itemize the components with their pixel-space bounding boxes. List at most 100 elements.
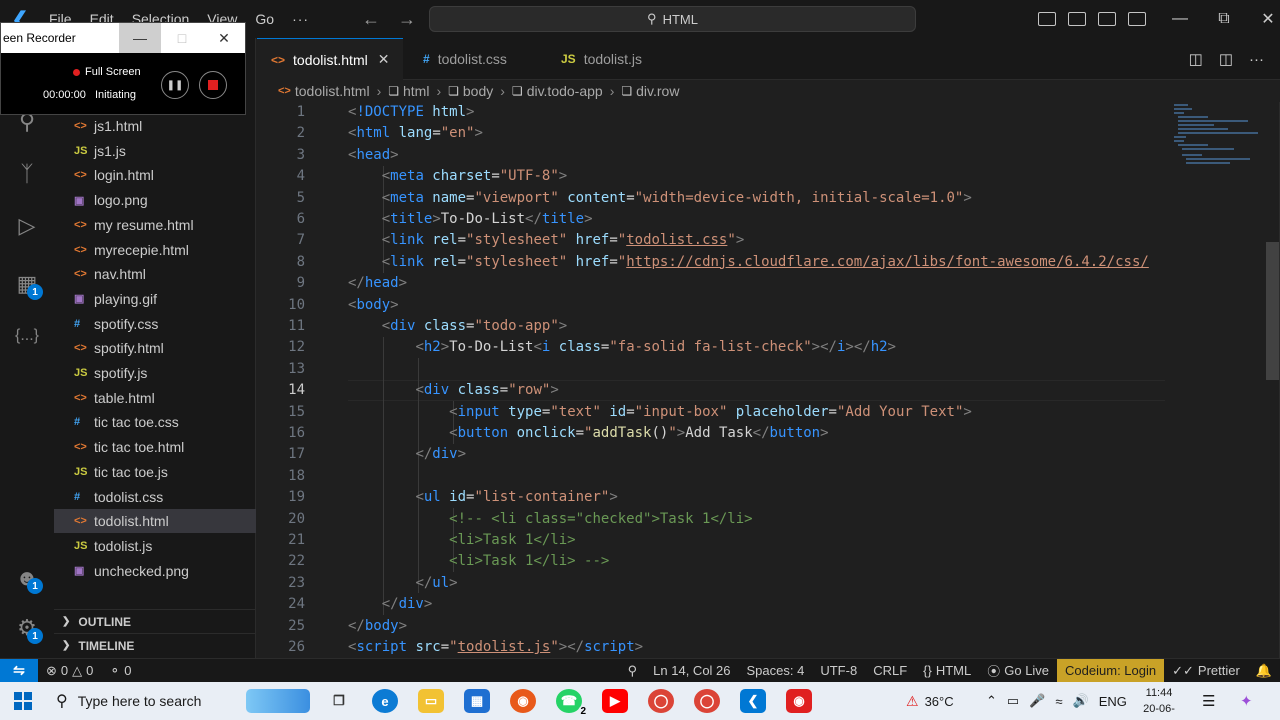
code-line[interactable]: <meta charset="UTF-8"> [348, 166, 567, 187]
json-outline-icon[interactable]: {...} [0, 312, 54, 360]
close-window-button[interactable]: ✕ [1246, 9, 1280, 29]
breadcrumb-html[interactable]: html [403, 83, 429, 99]
file-item[interactable]: # tic tac toe.css [54, 410, 256, 434]
copilot-icon[interactable]: ✦ [1240, 682, 1253, 720]
code-line[interactable]: <link rel="stylesheet" href="todolist.cs… [348, 230, 745, 251]
code-line[interactable]: </body> [348, 616, 407, 637]
extensions-icon[interactable]: ▦ 1 [0, 260, 54, 308]
encoding[interactable]: UTF-8 [812, 659, 865, 683]
code-line[interactable]: </ul> [348, 573, 457, 594]
microphone-icon[interactable]: 🎤 [1029, 693, 1045, 709]
code-line[interactable]: <title>To-Do-List</title> [348, 209, 593, 230]
prettier-button[interactable]: ✓✓ Prettier [1164, 659, 1248, 683]
code-line[interactable]: <meta name="viewport" content="width=dev… [348, 188, 972, 209]
file-item[interactable]: # todolist.css [54, 485, 256, 509]
code-line[interactable]: <script src="todolist.js"></script> [348, 637, 643, 658]
whatsapp-icon[interactable]: ☎ 2 [556, 689, 588, 717]
code-line[interactable]: <head> [348, 145, 399, 166]
meet-now-icon[interactable]: ▭ [1007, 693, 1019, 709]
manage-gear-icon[interactable]: ⚙ 1 [0, 604, 54, 652]
ports-indicator[interactable]: ⚬ 0 [101, 659, 139, 683]
taskbar-search-box[interactable]: ⚲ Type here to search [46, 682, 242, 720]
code-line[interactable]: <link rel="stylesheet" href="https://cdn… [348, 252, 1149, 273]
go-live-button[interactable]: ⦿ Go Live [979, 659, 1057, 683]
tab-todolist-css[interactable]: # todolist.css [409, 38, 521, 80]
tab-todolist-js[interactable]: JS todolist.js [547, 38, 656, 80]
chrome-profile-icon[interactable]: ◯ [694, 689, 720, 713]
timeline-section[interactable]: ❯ TIMELINE [54, 633, 256, 657]
firefox-icon[interactable]: ◉ [510, 689, 536, 713]
breadcrumb-div-todo-app[interactable]: div.todo-app [527, 83, 603, 99]
open-preview-icon[interactable]: ◫ [1189, 50, 1203, 68]
minimap[interactable] [1172, 102, 1264, 172]
close-icon[interactable]: ✕ [378, 51, 390, 68]
menu-more[interactable]: ··· [283, 0, 318, 38]
code-line[interactable]: <!-- <li class="checked">Task 1</li> [348, 509, 752, 530]
file-item[interactable]: <> my resume.html [54, 213, 256, 237]
breadcrumb-div-row[interactable]: div.row [636, 83, 679, 99]
remote-indicator-icon[interactable]: ⇋ [0, 658, 38, 683]
file-item[interactable]: <> tic tac toe.html [54, 435, 256, 459]
notifications-icon[interactable]: ☰ [1202, 682, 1215, 720]
split-editor-icon[interactable]: ◫ [1219, 50, 1233, 68]
menu-go[interactable]: Go [246, 0, 283, 38]
command-center-search[interactable]: ⚲ HTML [429, 6, 916, 32]
file-item[interactable]: <> nav.html [54, 262, 256, 286]
file-item[interactable]: <> table.html [54, 386, 256, 410]
more-actions-icon[interactable]: ··· [1249, 51, 1264, 68]
file-item[interactable]: JS tic tac toe.js [54, 460, 256, 484]
code-line[interactable]: </div> [348, 444, 466, 465]
accounts-icon[interactable]: ☻ 1 [0, 554, 54, 602]
weather-widget[interactable]: ⚠ 36°C [906, 682, 954, 720]
source-control-icon[interactable]: ᛉ [0, 150, 54, 198]
code-line[interactable]: <li>Task 1</li> [348, 530, 575, 551]
code-line[interactable]: <h2>To-Do-List<i class="fa-solid fa-list… [348, 337, 896, 358]
code-line[interactable]: </head> [348, 273, 407, 294]
language-mode[interactable]: {} HTML [915, 659, 979, 683]
codeium-login-button[interactable]: Codeium: Login [1057, 658, 1165, 683]
zoom-icon[interactable]: ⚲ [620, 659, 646, 683]
file-item[interactable]: ▣ unchecked.png [54, 559, 256, 583]
problems-indicator[interactable]: ⊗ 0 △ 0 [38, 659, 101, 683]
microsoft-store-icon[interactable]: ▦ [464, 689, 490, 713]
file-item[interactable]: ▣ logo.png [54, 188, 256, 212]
input-language[interactable]: ENG [1099, 694, 1127, 709]
toggle-secondary-sidebar-icon[interactable] [1098, 12, 1116, 26]
system-clock[interactable]: 11:44 20-06-2024 [1132, 685, 1186, 720]
breadcrumb-body[interactable]: body [463, 83, 493, 99]
code-line[interactable]: <div class="todo-app"> [348, 316, 567, 337]
toggle-primary-sidebar-icon[interactable] [1038, 12, 1056, 26]
chevron-up-icon[interactable]: ⌃ [986, 693, 997, 709]
file-item[interactable]: # spotify.css [54, 312, 256, 336]
file-item[interactable]: JS todolist.js [54, 534, 256, 558]
back-arrow-icon[interactable]: ← [362, 9, 380, 30]
code-line[interactable]: <div class="row"> [348, 380, 558, 401]
outline-section[interactable]: ❯ OUTLINE [54, 609, 256, 633]
youtube-icon[interactable]: ▶ [602, 689, 628, 713]
recorder-maximize-button[interactable]: □ [161, 23, 203, 53]
customize-layout-icon[interactable] [1128, 12, 1146, 26]
task-view-icon[interactable]: ❐ [326, 689, 352, 713]
forward-arrow-icon[interactable]: → [398, 9, 416, 30]
recorder-close-button[interactable]: ✕ [203, 23, 245, 53]
code-line[interactable]: <ul id="list-container"> [348, 487, 617, 508]
code-line[interactable]: <li>Task 1</li> --> [348, 551, 609, 572]
file-explorer-icon[interactable]: ▭ [418, 689, 444, 713]
code-line[interactable]: <!DOCTYPE html> [348, 102, 474, 123]
volume-icon[interactable]: 🔊 [1073, 693, 1089, 709]
code-editor[interactable]: 1 2 3 4 5 6 7 8 9 10 11 12 13 14 15 16 17 18 19 20 21 22 23 24 2… [257, 102, 1280, 658]
file-item[interactable]: <> spotify.html [54, 336, 256, 360]
run-debug-icon[interactable]: ▷ [0, 202, 54, 250]
file-item[interactable]: JS spotify.js [54, 361, 256, 385]
tab-todolist-html[interactable]: <> todolist.html ✕ [257, 38, 404, 80]
notifications-bell-icon[interactable]: 🔔 [1248, 659, 1280, 683]
minimize-window-button[interactable]: — [1158, 10, 1202, 28]
chrome-icon[interactable]: ◯ [648, 689, 674, 713]
file-item[interactable]: <> myrecepie.html [54, 238, 256, 262]
pause-button[interactable]: ❚❚ [161, 71, 189, 99]
code-line[interactable]: </div> [348, 594, 433, 615]
restore-window-button[interactable]: ⧉ [1202, 10, 1246, 28]
file-item[interactable]: ▣ playing.gif [54, 287, 256, 311]
file-item[interactable]: <> js1.html [54, 114, 256, 138]
start-button[interactable] [0, 682, 46, 720]
